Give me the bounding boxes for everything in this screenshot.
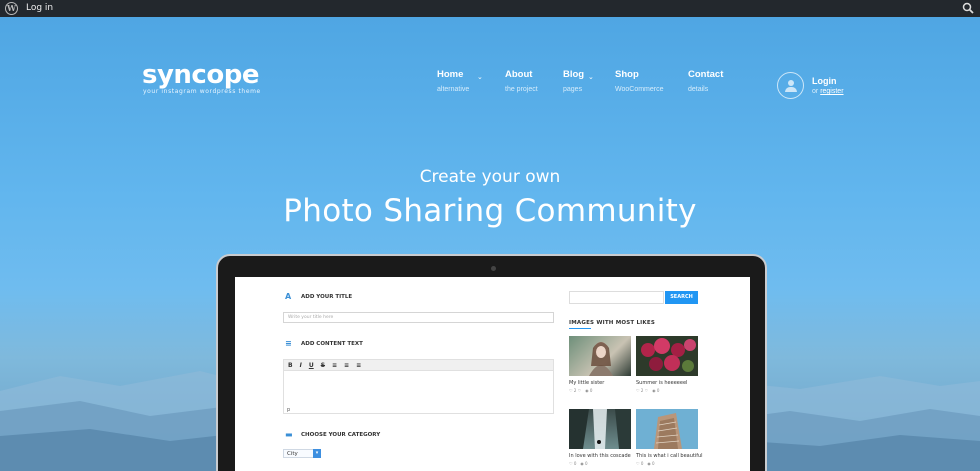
user-avatar-icon[interactable] bbox=[777, 72, 804, 99]
align-right-button[interactable]: ≡ bbox=[344, 362, 349, 369]
nav-item-subtitle: WooCommerce bbox=[615, 86, 664, 93]
brand-logo[interactable]: syncope bbox=[142, 60, 259, 90]
nav-item-blog[interactable]: Blog pages ⌄ bbox=[563, 69, 594, 93]
content-section-label: ≡ ADD CONTENT TEXT bbox=[285, 339, 363, 348]
thumbnail-caption[interactable]: Summer is heeeeeel bbox=[636, 380, 687, 386]
nav-item-about[interactable]: About the project bbox=[505, 69, 538, 93]
bold-button[interactable]: B bbox=[288, 362, 293, 369]
hero-title: Photo Sharing Community bbox=[283, 193, 697, 229]
hero-subtitle: Create your own bbox=[419, 167, 561, 187]
login-link[interactable]: Login bbox=[812, 76, 837, 86]
content-textarea[interactable] bbox=[283, 371, 554, 414]
thumbnail-image[interactable] bbox=[569, 336, 631, 376]
paragraph-icon: ≡ bbox=[285, 339, 292, 348]
hero-section: syncope your instagram wordpress theme H… bbox=[0, 17, 980, 471]
thumbnail-meta: ♡ 2 ♡ ◉ 0 bbox=[569, 388, 593, 393]
nav-item-shop[interactable]: Shop WooCommerce bbox=[615, 69, 664, 93]
nav-item-title: Shop bbox=[615, 69, 639, 80]
title-label: ADD YOUR TITLE bbox=[301, 293, 353, 300]
italic-button[interactable]: I bbox=[300, 362, 302, 369]
strikethrough-button[interactable]: S bbox=[321, 362, 325, 369]
nav-item-title: Contact bbox=[688, 69, 724, 80]
admin-login-link[interactable]: Log in bbox=[26, 3, 53, 13]
thumbnail-image[interactable] bbox=[569, 409, 631, 449]
thumbnail-caption[interactable]: This is what i call beautiful bbox=[636, 453, 703, 459]
camera-icon bbox=[491, 266, 496, 271]
thumbnail-meta: ♡ 0 ◉ 0 bbox=[569, 461, 588, 466]
or-text: or bbox=[812, 88, 819, 95]
list-button[interactable]: ≡ bbox=[356, 362, 361, 369]
editor-path-tag: p bbox=[287, 407, 291, 413]
content-label: ADD CONTENT TEXT bbox=[301, 340, 363, 347]
chevron-down-icon: ▾ bbox=[313, 449, 321, 458]
admin-bar: W Log in bbox=[0, 0, 980, 17]
editor-toolbar: B I U S ≡ ≡ ≡ bbox=[283, 359, 554, 371]
nav-item-contact[interactable]: Contact details bbox=[688, 69, 723, 93]
register-text: or register bbox=[812, 88, 844, 95]
wordpress-logo-icon[interactable]: W bbox=[5, 2, 18, 15]
nav-item-subtitle: the project bbox=[505, 86, 538, 93]
thumbnail-image[interactable] bbox=[636, 336, 698, 376]
search-icon[interactable] bbox=[962, 2, 974, 14]
nav-item-title: About bbox=[505, 69, 533, 80]
text-format-icon: A bbox=[285, 292, 292, 301]
laptop-screen: A ADD YOUR TITLE Write your title here ≡… bbox=[235, 277, 750, 471]
title-input[interactable]: Write your title here bbox=[283, 312, 554, 323]
thumbnail-caption[interactable]: In love with this coscade bbox=[569, 453, 631, 459]
category-select[interactable]: City ▾ bbox=[283, 449, 321, 458]
nav-item-subtitle: pages bbox=[563, 86, 583, 93]
category-value: City bbox=[287, 451, 298, 457]
widget-title-underline bbox=[569, 328, 591, 329]
category-section-label: ▬ CHOOSE YOUR CATEGORY bbox=[285, 430, 380, 439]
nav-item-title: Blog bbox=[563, 69, 585, 80]
nav-item-home[interactable]: Home alternative ⌄ bbox=[437, 69, 483, 93]
align-center-button[interactable]: ≡ bbox=[332, 362, 337, 369]
widget-title: IMAGES WITH MOST LIKES bbox=[569, 320, 656, 326]
nav-item-subtitle: alternative bbox=[437, 86, 470, 93]
sidebar-search-input[interactable] bbox=[569, 291, 664, 304]
thumbnail-meta: ♡ 2 ♡ ◉ 0 bbox=[636, 388, 660, 393]
folder-icon: ▬ bbox=[285, 430, 293, 439]
thumbnail-image[interactable] bbox=[636, 409, 698, 449]
chevron-down-icon: ⌄ bbox=[588, 73, 594, 81]
thumbnail-caption[interactable]: My little sister bbox=[569, 380, 604, 386]
category-label: CHOOSE YOUR CATEGORY bbox=[301, 431, 381, 438]
register-link[interactable]: register bbox=[820, 88, 843, 95]
nav-item-title: Home bbox=[437, 69, 464, 80]
brand-tagline: your instagram wordpress theme bbox=[143, 88, 261, 95]
title-section-label: A ADD YOUR TITLE bbox=[285, 292, 352, 301]
underline-button[interactable]: U bbox=[309, 362, 314, 369]
nav-item-subtitle: details bbox=[688, 86, 709, 93]
thumbnail-meta: ♡ 0 ◉ 0 bbox=[636, 461, 655, 466]
sidebar-search-button[interactable]: SEARCH bbox=[665, 291, 698, 304]
chevron-down-icon: ⌄ bbox=[477, 73, 483, 81]
laptop-mockup: A ADD YOUR TITLE Write your title here ≡… bbox=[216, 254, 767, 471]
